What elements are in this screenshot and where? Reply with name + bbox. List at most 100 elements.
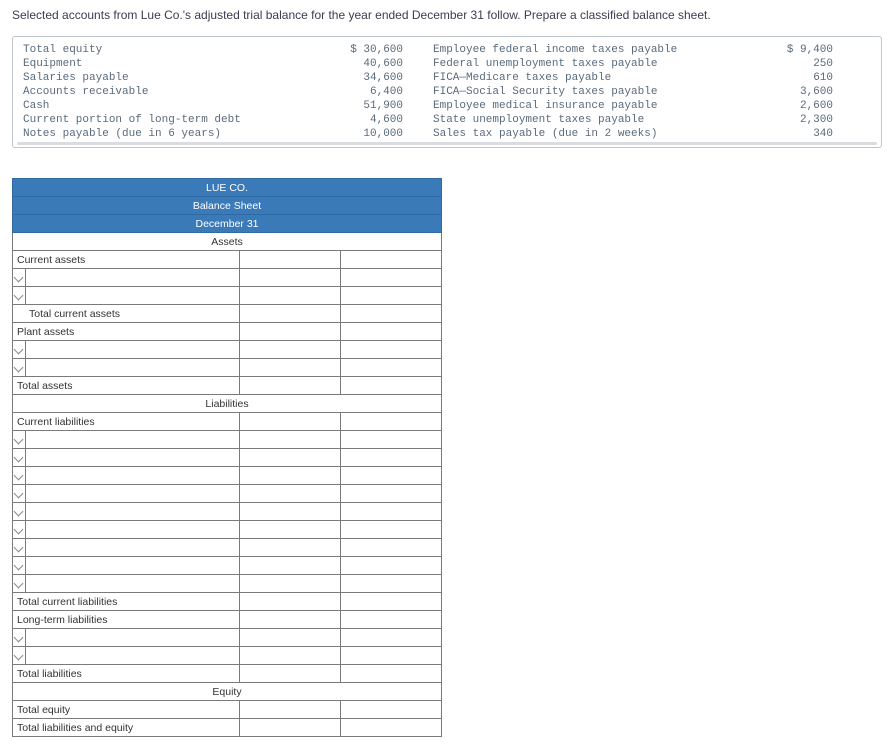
chevron-down-icon	[14, 471, 24, 481]
ws-input-cell[interactable]	[340, 377, 441, 395]
ws-input-cell[interactable]	[25, 269, 239, 287]
ws-input-cell[interactable]	[25, 485, 239, 503]
ws-input-cell[interactable]	[239, 629, 340, 647]
ws-input-cell[interactable]	[239, 449, 340, 467]
tb-row-label: Employee federal income taxes payable	[433, 43, 753, 57]
ws-input-cell[interactable]	[25, 539, 239, 557]
ws-input-cell[interactable]	[340, 665, 441, 683]
ws-input-cell[interactable]	[340, 629, 441, 647]
ws-tick-cell[interactable]	[13, 341, 26, 359]
ws-tick-cell[interactable]	[13, 557, 26, 575]
ws-tick-cell[interactable]	[13, 269, 26, 287]
ws-input-cell[interactable]	[340, 575, 441, 593]
ws-liabilities-header: Liabilities	[13, 395, 442, 413]
ws-tick-cell[interactable]	[13, 629, 26, 647]
ws-tick-cell[interactable]	[13, 647, 26, 665]
ws-tick-cell[interactable]	[13, 485, 26, 503]
ws-input-cell[interactable]	[239, 575, 340, 593]
ws-input-cell[interactable]	[25, 359, 239, 377]
ws-input-cell[interactable]	[340, 323, 441, 341]
ws-input-cell[interactable]	[340, 719, 441, 737]
ws-input-cell[interactable]	[340, 467, 441, 485]
ws-tick-cell[interactable]	[13, 287, 26, 305]
ws-tick-cell[interactable]	[13, 521, 26, 539]
chevron-down-icon	[14, 345, 24, 355]
ws-input-cell[interactable]	[25, 521, 239, 539]
ws-tick-cell[interactable]	[13, 431, 26, 449]
tb-row-value: 51,900	[323, 99, 403, 113]
ws-input-cell[interactable]	[239, 251, 340, 269]
balance-sheet-worksheet: LUE CO. Balance Sheet December 31 Assets…	[12, 178, 442, 737]
ws-input-cell[interactable]	[25, 503, 239, 521]
ws-input-cell[interactable]	[340, 647, 441, 665]
ws-input-cell[interactable]	[25, 467, 239, 485]
ws-input-cell[interactable]	[340, 287, 441, 305]
tb-row-value: 6,400	[323, 85, 403, 99]
ws-input-cell[interactable]	[340, 359, 441, 377]
ws-input-cell[interactable]	[239, 323, 340, 341]
ws-tick-cell[interactable]	[13, 539, 26, 557]
ws-input-cell[interactable]	[340, 593, 441, 611]
ws-input-cell[interactable]	[340, 269, 441, 287]
ws-input-cell[interactable]	[25, 287, 239, 305]
ws-input-cell[interactable]	[239, 287, 340, 305]
ws-input-cell[interactable]	[340, 701, 441, 719]
trial-balance-box: Total equity Equipment Salaries payable …	[12, 36, 882, 148]
ws-input-cell[interactable]	[239, 431, 340, 449]
ws-input-cell[interactable]	[239, 467, 340, 485]
ws-tick-cell[interactable]	[13, 575, 26, 593]
ws-tick-cell[interactable]	[13, 503, 26, 521]
ws-tick-cell[interactable]	[13, 359, 26, 377]
ws-input-cell[interactable]	[239, 413, 340, 431]
ws-input-cell[interactable]	[25, 575, 239, 593]
ws-assets-header: Assets	[13, 233, 442, 251]
ws-input-cell[interactable]	[340, 557, 441, 575]
ws-input-cell[interactable]	[25, 629, 239, 647]
tb-right-names: Employee federal income taxes payable Fe…	[403, 43, 753, 141]
ws-input-cell[interactable]	[239, 539, 340, 557]
ws-tick-cell[interactable]	[13, 467, 26, 485]
ws-input-cell[interactable]	[340, 305, 441, 323]
ws-input-cell[interactable]	[340, 431, 441, 449]
ws-input-cell[interactable]	[340, 413, 441, 431]
ws-input-cell[interactable]	[340, 449, 441, 467]
ws-input-cell[interactable]	[239, 647, 340, 665]
ws-input-cell[interactable]	[239, 503, 340, 521]
ws-input-cell[interactable]	[239, 485, 340, 503]
ws-input-cell[interactable]	[239, 341, 340, 359]
tb-row-label: FICA—Social Security taxes payable	[433, 85, 753, 99]
ws-input-cell[interactable]	[239, 359, 340, 377]
tb-row-value: 10,000	[323, 127, 403, 141]
ws-input-cell[interactable]	[25, 557, 239, 575]
ws-input-cell[interactable]	[239, 701, 340, 719]
ws-input-cell[interactable]	[25, 449, 239, 467]
ws-company: LUE CO.	[13, 179, 442, 197]
ws-input-cell[interactable]	[340, 341, 441, 359]
ws-input-cell[interactable]	[340, 539, 441, 557]
ws-input-cell[interactable]	[239, 305, 340, 323]
ws-input-cell[interactable]	[239, 611, 340, 629]
tb-right-values: $ 9,400 250 610 3,600 2,600 2,300 340	[753, 43, 833, 141]
ws-tick-cell[interactable]	[13, 449, 26, 467]
ws-input-cell[interactable]	[340, 503, 441, 521]
ws-input-cell[interactable]	[340, 251, 441, 269]
ws-input-cell[interactable]	[239, 377, 340, 395]
tb-row-value: 40,600	[323, 57, 403, 71]
ws-input-cell[interactable]	[239, 719, 340, 737]
ws-input-cell[interactable]	[239, 557, 340, 575]
ws-input-cell[interactable]	[340, 611, 441, 629]
ws-input-cell[interactable]	[25, 431, 239, 449]
ws-total-current-assets-label: Total current assets	[13, 305, 240, 323]
ws-input-cell[interactable]	[25, 647, 239, 665]
chevron-down-icon	[14, 273, 24, 283]
ws-input-cell[interactable]	[340, 485, 441, 503]
ws-input-cell[interactable]	[239, 593, 340, 611]
ws-input-cell[interactable]	[25, 341, 239, 359]
ws-input-cell[interactable]	[239, 269, 340, 287]
ws-date: December 31	[13, 215, 442, 233]
ws-input-cell[interactable]	[239, 521, 340, 539]
ws-total-current-liabilities-label: Total current liabilities	[13, 593, 240, 611]
ws-input-cell[interactable]	[239, 665, 340, 683]
tb-row-label: Accounts receivable	[23, 85, 323, 99]
ws-input-cell[interactable]	[340, 521, 441, 539]
